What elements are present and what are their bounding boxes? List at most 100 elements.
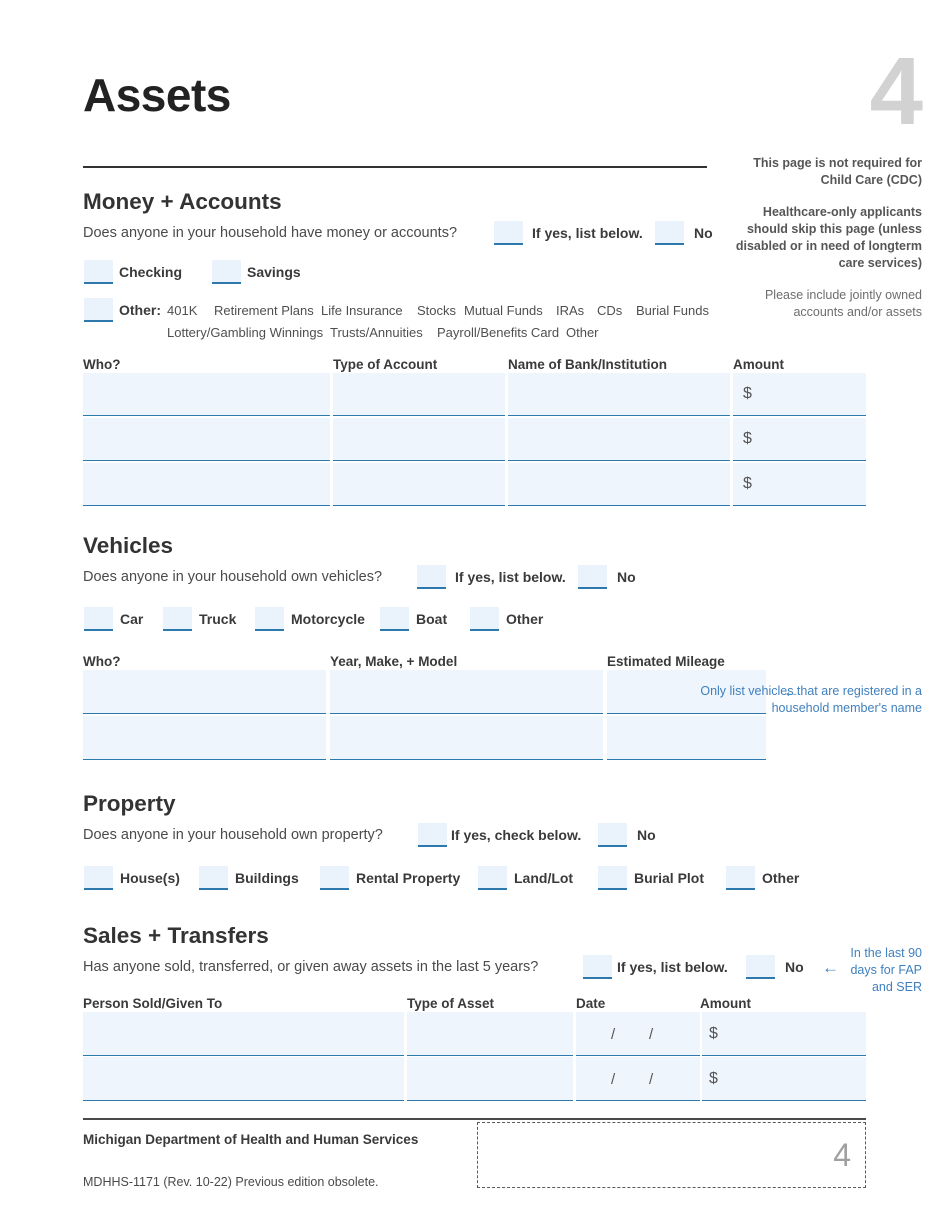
field-year-make-model-2[interactable] — [330, 716, 603, 760]
option-other: Other — [566, 325, 599, 340]
field-who-money-3[interactable] — [83, 463, 330, 506]
header-divider — [83, 166, 707, 168]
label-rental-property: Rental Property — [356, 870, 461, 886]
section-heading-money-accounts: Money + Accounts — [83, 189, 282, 214]
field-date-1[interactable] — [576, 1012, 700, 1056]
checkbox-vehicle-other[interactable] — [470, 607, 499, 631]
checkbox-savings[interactable] — [212, 260, 241, 284]
amount-prefix-money-2: $ — [743, 430, 752, 447]
date-separator-2a: / — [611, 1071, 616, 1088]
option-burial-funds: Burial Funds — [636, 303, 709, 318]
checkbox-motorcycle[interactable] — [255, 607, 284, 631]
label-motorcycle: Motorcycle — [291, 611, 365, 627]
field-bank-3[interactable] — [508, 463, 730, 506]
checkbox-other-account[interactable] — [84, 298, 113, 322]
option-retirement-plans: Retirement Plans — [214, 303, 314, 318]
col-header-who-vehicles: Who? — [83, 654, 121, 669]
label-property-no: No — [637, 827, 656, 843]
checkbox-money-yes[interactable] — [494, 221, 523, 245]
col-header-amount-sales: Amount — [700, 996, 751, 1011]
label-land-lot: Land/Lot — [514, 870, 574, 886]
field-type-of-account-3[interactable] — [333, 463, 505, 506]
checkbox-vehicles-no[interactable] — [578, 565, 607, 589]
amount-prefix-money-1: $ — [743, 385, 752, 402]
date-separator-1a: / — [611, 1026, 616, 1043]
field-who-money-2[interactable] — [83, 418, 330, 461]
footer-agency-name: Michigan Department of Health and Human … — [83, 1132, 419, 1147]
page-number-large: 4 — [869, 38, 923, 145]
col-header-type-of-asset: Type of Asset — [407, 996, 495, 1011]
checkbox-checking[interactable] — [84, 260, 113, 284]
label-houses: House(s) — [120, 870, 180, 886]
checkbox-boat[interactable] — [380, 607, 409, 631]
field-type-of-account-2[interactable] — [333, 418, 505, 461]
checkbox-sales-no[interactable] — [746, 955, 775, 979]
option-stocks: Stocks — [417, 303, 457, 318]
checkbox-vehicles-yes[interactable] — [417, 565, 446, 589]
checkbox-land-lot[interactable] — [478, 866, 507, 890]
option-cds: CDs — [597, 303, 623, 318]
checkbox-truck[interactable] — [163, 607, 192, 631]
field-type-of-asset-1[interactable] — [407, 1012, 573, 1056]
field-who-money-1[interactable] — [83, 373, 330, 416]
label-money-yes: If yes, list below. — [532, 225, 643, 241]
checkbox-sales-yes[interactable] — [583, 955, 612, 979]
field-person-sold-2[interactable] — [83, 1057, 404, 1101]
option-life-insurance: Life Insurance — [321, 303, 403, 318]
page-title: Assets — [83, 69, 231, 121]
section-heading-property: Property — [83, 791, 176, 816]
question-vehicles: Does anyone in your household own vehicl… — [83, 569, 383, 585]
note-healthcare-only: Healthcare-only applicants should skip t… — [735, 204, 922, 271]
label-sales-yes: If yes, list below. — [617, 959, 728, 975]
checkbox-burial-plot[interactable] — [598, 866, 627, 890]
checkbox-money-no[interactable] — [655, 221, 684, 245]
footer-page-box: 4 — [477, 1122, 866, 1188]
field-person-sold-1[interactable] — [83, 1012, 404, 1056]
field-amount-money-1[interactable] — [733, 373, 866, 416]
footer-page-number: 4 — [833, 1137, 851, 1173]
field-amount-money-2[interactable] — [733, 418, 866, 461]
col-header-date: Date — [576, 996, 606, 1011]
checkbox-houses[interactable] — [84, 866, 113, 890]
field-year-make-model-1[interactable] — [330, 670, 603, 714]
label-vehicles-yes: If yes, list below. — [455, 569, 566, 585]
field-bank-1[interactable] — [508, 373, 730, 416]
checkbox-car[interactable] — [84, 607, 113, 631]
field-bank-2[interactable] — [508, 418, 730, 461]
option-401k: 401K — [167, 303, 198, 318]
form-page: Assets 4 This page is not required for C… — [0, 0, 950, 1230]
section-heading-sales-transfers: Sales + Transfers — [83, 923, 269, 948]
label-truck: Truck — [199, 611, 237, 627]
field-who-vehicle-2[interactable] — [83, 716, 326, 760]
checkbox-property-no[interactable] — [598, 823, 627, 847]
label-money-no: No — [694, 225, 713, 241]
col-header-who-money: Who? — [83, 357, 121, 372]
amount-prefix-money-3: $ — [743, 475, 752, 492]
side-note-sales: In the last 90 days for FAP and SER — [850, 946, 922, 994]
checkbox-property-other[interactable] — [726, 866, 755, 890]
field-mileage-2[interactable] — [607, 716, 766, 760]
field-amount-sales-2[interactable] — [702, 1057, 866, 1101]
col-header-person-sold-given-to: Person Sold/Given To — [83, 996, 223, 1011]
side-note-vehicles: Only list vehicles that are registered i… — [700, 684, 922, 715]
field-date-2[interactable] — [576, 1057, 700, 1101]
field-amount-sales-1[interactable] — [702, 1012, 866, 1056]
checkbox-buildings[interactable] — [199, 866, 228, 890]
field-type-of-account-1[interactable] — [333, 373, 505, 416]
label-property-yes: If yes, check below. — [451, 827, 582, 843]
checkbox-rental-property[interactable] — [320, 866, 349, 890]
option-trusts-annuities: Trusts/Annuities — [330, 325, 423, 340]
label-vehicles-no: No — [617, 569, 636, 585]
label-savings: Savings — [247, 264, 301, 280]
option-lottery-gambling: Lottery/Gambling Winnings — [167, 325, 324, 340]
field-type-of-asset-2[interactable] — [407, 1057, 573, 1101]
right-margin-notes: This page is not required for Child Care… — [722, 155, 922, 321]
footer-form-id: MDHHS-1171 (Rev. 10-22) Previous edition… — [83, 1175, 379, 1189]
col-header-amount-money: Amount — [733, 357, 784, 372]
field-amount-money-3[interactable] — [733, 463, 866, 506]
col-header-year-make-model: Year, Make, + Model — [330, 654, 458, 669]
label-burial-plot: Burial Plot — [634, 870, 705, 886]
amount-prefix-sales-1: $ — [709, 1025, 718, 1042]
checkbox-property-yes[interactable] — [418, 823, 447, 847]
field-who-vehicle-1[interactable] — [83, 670, 326, 714]
